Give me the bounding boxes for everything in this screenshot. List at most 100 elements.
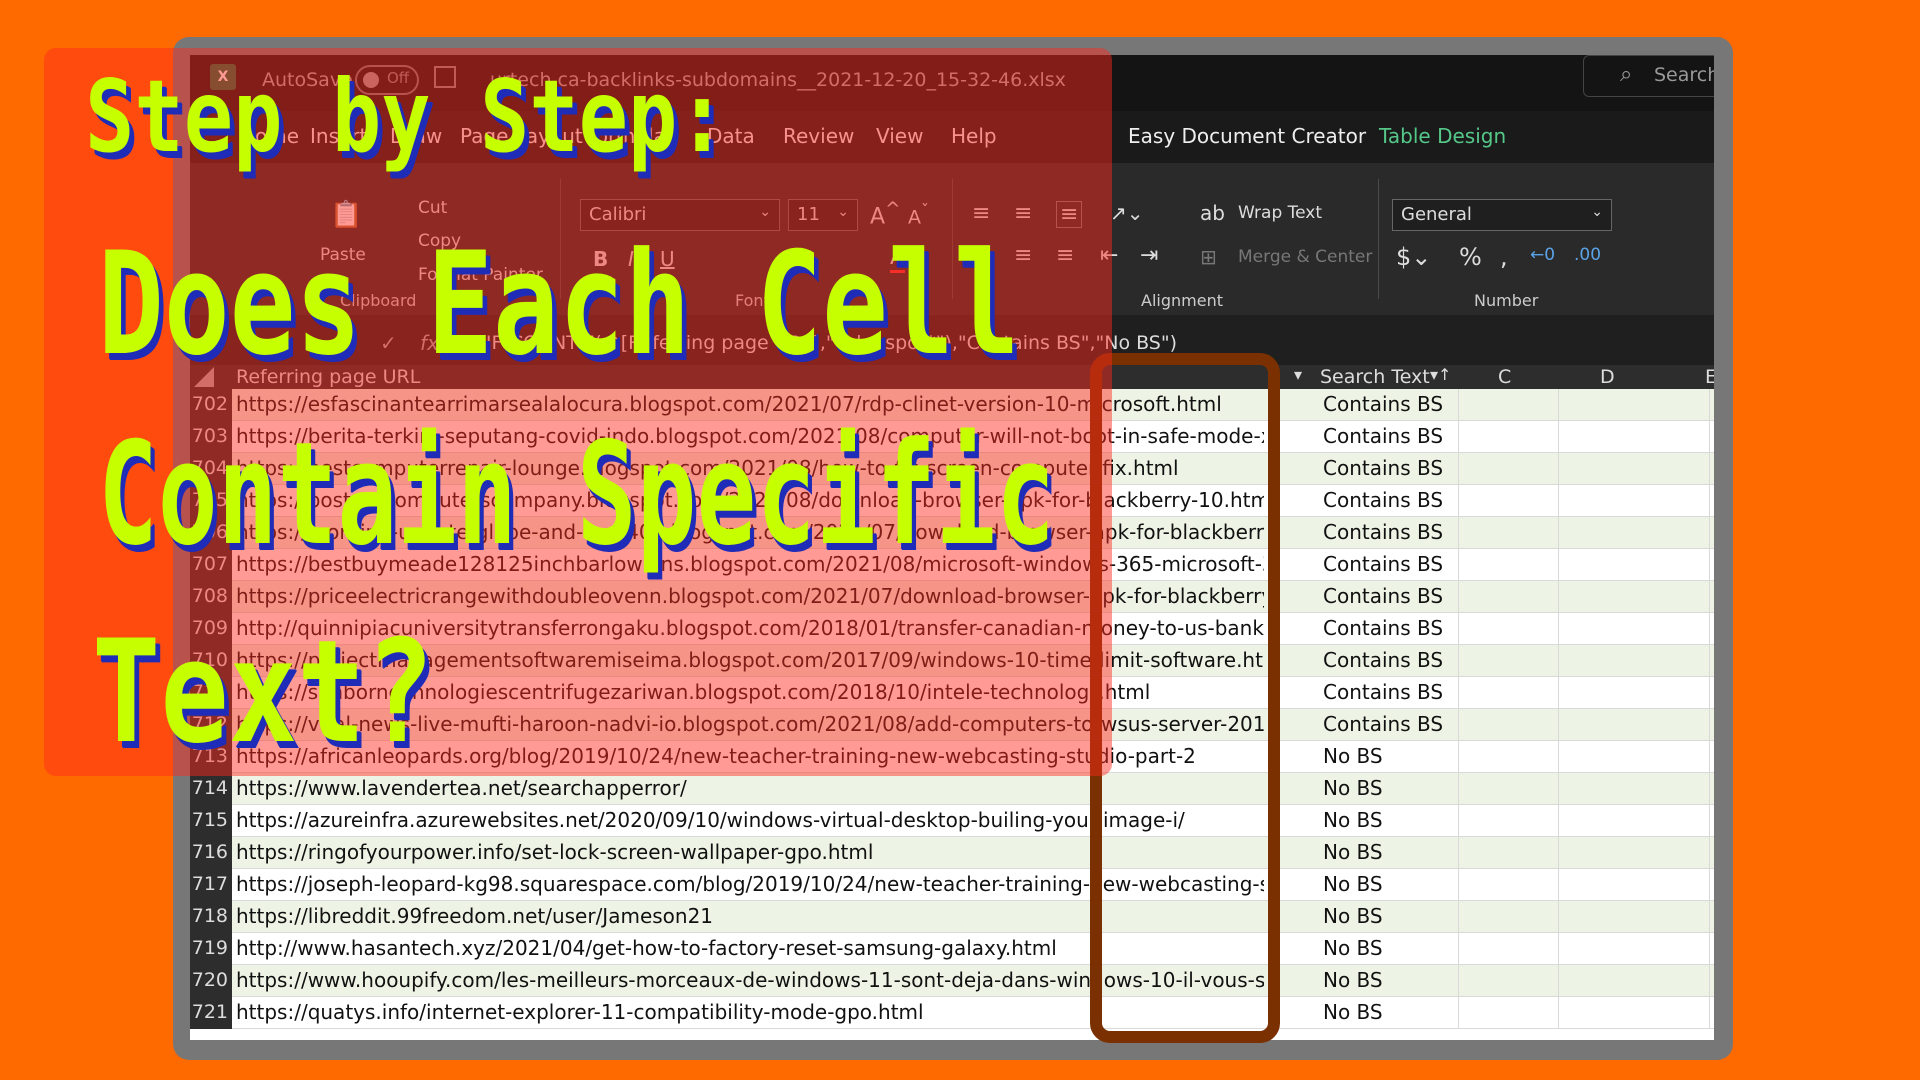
empty-cell[interactable] [1558, 773, 1710, 804]
percent-icon[interactable]: % [1459, 243, 1482, 271]
row-number[interactable]: 714 [190, 773, 232, 805]
search-text-cell[interactable]: No BS [1315, 869, 1455, 900]
empty-cell[interactable] [1458, 773, 1559, 804]
empty-cell[interactable] [1458, 421, 1559, 452]
currency-icon[interactable]: $⌄ [1396, 243, 1431, 271]
empty-cell[interactable] [1558, 837, 1710, 868]
row-number[interactable]: 720 [190, 965, 232, 997]
search-text-cell[interactable]: Contains BS [1315, 645, 1455, 676]
number-format-select[interactable]: General ⌄ [1392, 199, 1612, 231]
search-text-cell[interactable]: No BS [1315, 805, 1455, 836]
empty-cell[interactable] [1558, 869, 1710, 900]
wrap-text-icon[interactable]: ab [1200, 201, 1225, 225]
empty-cell[interactable] [1558, 805, 1710, 836]
tab-easy-document-creator[interactable]: Easy Document Creator [1128, 124, 1366, 148]
table-row: 715 https://azureinfra.azurewebsites.net/… [190, 805, 1714, 837]
empty-cell[interactable] [1458, 805, 1559, 836]
empty-cell[interactable] [1458, 517, 1559, 548]
empty-cell[interactable] [1558, 581, 1710, 612]
search-text-cell[interactable]: No BS [1315, 741, 1455, 772]
search-text-cell[interactable]: Contains BS [1315, 549, 1455, 580]
search-text-cell[interactable]: No BS [1315, 773, 1455, 804]
row-number[interactable]: 715 [190, 805, 232, 837]
empty-cell[interactable] [1458, 901, 1559, 932]
empty-cell[interactable] [1558, 453, 1710, 484]
search-box[interactable]: ⌕ Search [1583, 55, 1714, 97]
search-text-cell[interactable]: Contains BS [1315, 677, 1455, 708]
empty-cell[interactable] [1558, 709, 1710, 740]
search-text-cell[interactable]: Contains BS [1315, 389, 1455, 420]
search-text-cell[interactable]: Contains BS [1315, 517, 1455, 548]
empty-cell[interactable] [1458, 741, 1559, 772]
table-row: 721 https://quatys.info/internet-explorer… [190, 997, 1714, 1029]
empty-cell[interactable] [1458, 869, 1559, 900]
filter-dropdown-icon[interactable]: ▾ [1294, 365, 1302, 384]
column-header-b[interactable]: Search Text [1320, 366, 1430, 388]
search-text-cell[interactable]: Contains BS [1315, 421, 1455, 452]
search-text-cell[interactable]: Contains BS [1315, 581, 1455, 612]
empty-cell[interactable] [1558, 421, 1710, 452]
table-row: 716 https://ringofyourpower.info/set-lock… [190, 837, 1714, 869]
empty-cell[interactable] [1558, 485, 1710, 516]
search-text-cell[interactable]: No BS [1315, 901, 1455, 932]
row-number[interactable]: 718 [190, 901, 232, 933]
chevron-down-icon: ⌄ [1591, 204, 1603, 220]
empty-cell[interactable] [1558, 677, 1710, 708]
empty-cell[interactable] [1558, 965, 1710, 996]
table-row: 717 https://joseph-leopard-kg98.squarespa… [190, 869, 1714, 901]
empty-cell[interactable] [1458, 645, 1559, 676]
search-text-cell[interactable]: Contains BS [1315, 485, 1455, 516]
merge-center-button[interactable]: Merge & Center [1238, 247, 1372, 267]
row-number[interactable]: 719 [190, 933, 232, 965]
search-text-cell[interactable]: No BS [1315, 997, 1455, 1028]
table-row: 714 https://www.lavendertea.net/searchapp… [190, 773, 1714, 805]
search-text-cell[interactable]: Contains BS [1315, 613, 1455, 644]
decrease-decimal-icon[interactable]: .00 [1574, 245, 1601, 265]
increase-decimal-icon[interactable]: ←0 [1530, 245, 1555, 265]
empty-cell[interactable] [1558, 933, 1710, 964]
wrap-text-button[interactable]: Wrap Text [1238, 203, 1322, 223]
table-row: 719 http://www.hasantech.xyz/2021/04/get-… [190, 933, 1714, 965]
column-header-c[interactable]: C [1498, 366, 1511, 388]
orientation-icon[interactable]: ↗⌄ [1110, 201, 1144, 225]
empty-cell[interactable] [1558, 549, 1710, 580]
increase-indent-icon[interactable]: ⇥ [1140, 243, 1158, 268]
empty-cell[interactable] [1458, 677, 1559, 708]
number-group-label: Number [1474, 291, 1539, 310]
row-number[interactable]: 721 [190, 997, 232, 1029]
empty-cell[interactable] [1558, 645, 1710, 676]
empty-cell[interactable] [1458, 485, 1559, 516]
empty-cell[interactable] [1458, 709, 1559, 740]
empty-cell[interactable] [1558, 741, 1710, 772]
sort-filter-icon[interactable]: ▾↑ [1430, 365, 1451, 384]
number-format-value: General [1401, 204, 1472, 225]
empty-cell[interactable] [1458, 965, 1559, 996]
comma-style-icon[interactable]: , [1500, 243, 1508, 271]
search-text-cell[interactable]: No BS [1315, 965, 1455, 996]
empty-cell[interactable] [1458, 837, 1559, 868]
empty-cell[interactable] [1558, 901, 1710, 932]
empty-cell[interactable] [1458, 549, 1559, 580]
empty-cell[interactable] [1458, 933, 1559, 964]
empty-cell[interactable] [1558, 997, 1710, 1028]
empty-cell[interactable] [1458, 453, 1559, 484]
row-number[interactable]: 716 [190, 837, 232, 869]
empty-cell[interactable] [1558, 517, 1710, 548]
search-text-cell[interactable]: Contains BS [1315, 709, 1455, 740]
headline-overlay-panel [44, 48, 1112, 776]
empty-cell[interactable] [1458, 613, 1559, 644]
empty-cell[interactable] [1558, 389, 1710, 420]
empty-cell[interactable] [1558, 613, 1710, 644]
empty-cell[interactable] [1458, 389, 1559, 420]
tab-table-design[interactable]: Table Design [1379, 124, 1506, 148]
row-number[interactable]: 717 [190, 869, 232, 901]
empty-cell[interactable] [1458, 581, 1559, 612]
search-text-cell[interactable]: Contains BS [1315, 453, 1455, 484]
search-text-cell[interactable]: No BS [1315, 933, 1455, 964]
alignment-group-label: Alignment [1141, 291, 1223, 310]
search-text-cell[interactable]: No BS [1315, 837, 1455, 868]
column-header-d[interactable]: D [1600, 366, 1615, 388]
merge-icon[interactable]: ⊞ [1200, 245, 1217, 269]
column-header-e[interactable]: E [1705, 366, 1714, 388]
empty-cell[interactable] [1458, 997, 1559, 1028]
